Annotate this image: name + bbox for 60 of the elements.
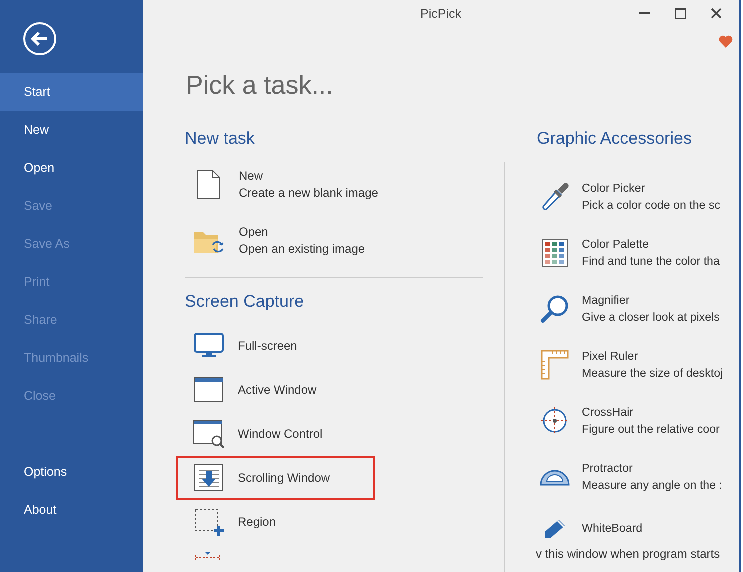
crosshair-icon xyxy=(540,406,570,436)
tool-name: CrossHair xyxy=(582,405,635,421)
task-name: New xyxy=(239,168,264,185)
ruler-icon xyxy=(541,350,569,380)
magnifier-icon xyxy=(540,294,570,324)
window-magnifier-icon xyxy=(193,420,225,448)
sidebar-item[interactable]: New xyxy=(0,111,143,149)
capture-item[interactable]: Scrolling Window xyxy=(176,456,375,500)
task-name: Open xyxy=(239,224,270,241)
window-icon xyxy=(193,377,225,403)
capture-item[interactable]: Window Control xyxy=(176,412,375,456)
tool-name: Color Palette xyxy=(582,237,650,253)
task-item[interactable]: New Create a new blank image xyxy=(185,157,485,213)
startup-checkbox-label[interactable]: v this window when program starts xyxy=(536,547,739,561)
sidebar-item[interactable]: About xyxy=(0,491,143,529)
section-heading: New task xyxy=(185,129,256,149)
task-description: Create a new blank image xyxy=(239,185,378,202)
accessory-item[interactable]: CrossHair Figure out the relative coor xyxy=(495,393,739,449)
protractor-icon xyxy=(540,468,570,486)
tool-name: Magnifier xyxy=(582,293,631,309)
sidebar-item[interactable]: Start xyxy=(0,73,143,111)
section-heading: Graphic Accessories xyxy=(537,129,693,149)
marker-icon xyxy=(543,518,567,538)
capture-item[interactable]: Full-screen xyxy=(176,324,375,368)
tool-name: Pixel Ruler xyxy=(582,349,640,365)
tool-name: Protractor xyxy=(582,461,634,477)
palette-grid-icon xyxy=(542,239,568,267)
accessory-item[interactable]: WhiteBoard xyxy=(495,511,739,545)
tool-description: Measure the size of desktoj xyxy=(582,366,724,382)
heart-icon[interactable] xyxy=(719,35,733,48)
accessory-item[interactable]: Pixel Ruler Measure the size of desktoj xyxy=(495,337,739,393)
tool-description: Find and tune the color tha xyxy=(582,254,720,270)
accessory-item[interactable]: Color Picker Pick a color code on the sc xyxy=(495,169,739,225)
measure-icon xyxy=(194,552,222,562)
section-heading: Screen Capture xyxy=(185,292,306,312)
task-item[interactable]: Open Open an existing image xyxy=(185,213,485,269)
tool-name: Color Picker xyxy=(582,181,646,197)
region-icon xyxy=(193,508,225,536)
sidebar-item[interactable]: Options xyxy=(0,453,143,491)
task-description: Open an existing image xyxy=(239,241,366,258)
tool-description: Pick a color code on the sc xyxy=(582,198,721,214)
tool-description: Give a closer look at pixels xyxy=(582,310,720,326)
sidebar-item[interactable]: Open xyxy=(0,149,143,187)
tool-name: WhiteBoard xyxy=(582,520,643,536)
tool-description: Figure out the relative coor xyxy=(582,422,720,438)
accessory-item[interactable]: Color Palette Find and tune the color tha xyxy=(495,225,739,281)
capture-item[interactable]: Region xyxy=(176,500,375,544)
window-title: PicPick xyxy=(420,7,462,21)
close-icon[interactable] xyxy=(711,8,722,19)
accessory-item[interactable]: Magnifier Give a closer look at pixels xyxy=(495,281,739,337)
scroll-down-icon xyxy=(193,464,225,492)
monitor-icon xyxy=(193,333,225,359)
page-heading: Pick a task... xyxy=(186,70,334,100)
maximize-icon[interactable] xyxy=(675,8,686,19)
capture-item[interactable]: Active Window xyxy=(176,368,375,412)
minimize-icon[interactable] xyxy=(639,12,650,15)
eyedropper-icon xyxy=(540,182,570,212)
tool-description: Measure any angle on the : xyxy=(582,478,723,494)
accessory-item[interactable]: Protractor Measure any angle on the : xyxy=(495,449,739,505)
back-icon[interactable] xyxy=(23,22,57,56)
